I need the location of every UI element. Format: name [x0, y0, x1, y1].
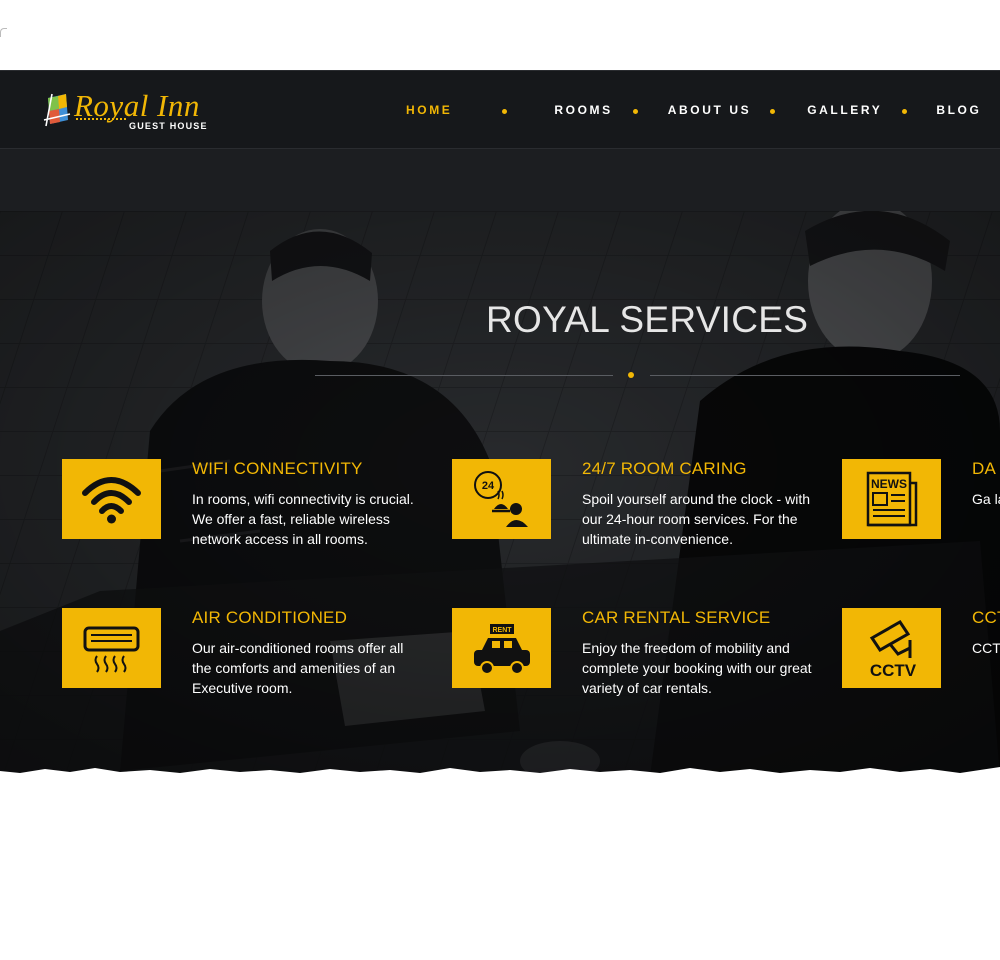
- service-wifi: WIFI CONNECTIVITY In rooms, wifi connect…: [62, 459, 442, 569]
- service-description: Enjoy the freedom of mobility and comple…: [582, 640, 812, 696]
- service-title: CAR RENTAL SERVICE: [582, 608, 771, 627]
- rent-label: RENT: [492, 627, 512, 634]
- service-icon-tile: NEWS: [842, 459, 941, 539]
- service-title: AIR CONDITIONED: [192, 608, 348, 627]
- service-air-conditioned: AIR CONDITIONED Our air-conditioned room…: [62, 608, 442, 718]
- brand-tagline: GUEST HOUSE: [129, 121, 208, 131]
- nav-separator-dot: [770, 109, 776, 114]
- service-description: Spoil yourself around the clock - with o…: [582, 491, 810, 547]
- nav-home[interactable]: HOME: [406, 103, 452, 117]
- sub-header-bar: [0, 149, 1000, 211]
- nav-separator-dot: [902, 109, 908, 114]
- service-title: DA: [972, 459, 997, 478]
- nav-separator-dot: [502, 109, 508, 114]
- room-service-24-icon: 24: [474, 471, 528, 527]
- cctv-label: CCTV: [870, 661, 917, 680]
- service-icon-tile: 24: [452, 459, 551, 539]
- nav-about-us[interactable]: ABOUT US: [668, 103, 751, 117]
- service-title: CCT: [972, 608, 1000, 627]
- service-description: CCT have: [972, 640, 1000, 656]
- title-divider-right: [650, 375, 960, 376]
- service-icon-tile: [62, 608, 161, 688]
- newspaper-icon: NEWS: [866, 471, 918, 527]
- site-logo[interactable]: Royal Inn GUEST HOUSE: [42, 88, 222, 134]
- main-nav: HOME ROOMS ABOUT US GALLERY BLOG C: [406, 71, 1000, 148]
- brand-dots: [76, 118, 126, 120]
- service-cctv: CCTV CCT CCT have: [842, 608, 1000, 718]
- nav-blog[interactable]: BLOG: [936, 103, 981, 117]
- title-divider-dot: [628, 372, 634, 378]
- service-room-caring: 24 24/7 ROOM CARING Spoil yourself aroun…: [452, 459, 832, 569]
- service-icon-tile: [62, 459, 161, 539]
- logo-emblem-icon: [43, 93, 71, 127]
- service-description: Ga lates summ: [972, 491, 1000, 507]
- service-title: 24/7 ROOM CARING: [582, 459, 747, 478]
- service-title: WIFI CONNECTIVITY: [192, 459, 363, 478]
- nav-separator-dot: [632, 109, 638, 114]
- top-strip: [0, 0, 1000, 70]
- service-description: In rooms, wifi connectivity is crucial. …: [192, 491, 414, 547]
- cctv-camera-icon: CCTV: [870, 620, 917, 680]
- service-icon-tile: RENT: [452, 608, 551, 688]
- service-car-rental: RENT CAR RENTAL SERVICE Enjoy the freedo…: [452, 608, 832, 718]
- corner-mark: [0, 28, 7, 37]
- services-section: ROYAL SERVICES WIFI CONNECTIVITY In room…: [0, 211, 1000, 776]
- wifi-icon: [82, 477, 141, 524]
- torn-paper-edge: [0, 767, 1000, 776]
- service-icon-tile: CCTV: [842, 608, 941, 688]
- nav-gallery[interactable]: GALLERY: [807, 103, 882, 117]
- service-daily-news: NEWS DA Ga lates summ: [842, 459, 1000, 569]
- air-conditioner-icon: [83, 626, 140, 673]
- title-divider-left: [315, 375, 613, 376]
- nav-rooms[interactable]: ROOMS: [554, 103, 612, 117]
- section-title: ROYAL SERVICES: [486, 299, 809, 340]
- service-description: Our air-conditioned rooms offer all the …: [192, 640, 404, 696]
- navbar: Royal Inn GUEST HOUSE HOME ROOMS ABOUT U…: [0, 70, 1000, 149]
- news-label: NEWS: [871, 477, 907, 491]
- hours-label: 24: [482, 480, 495, 492]
- rent-car-icon: RENT: [474, 624, 530, 675]
